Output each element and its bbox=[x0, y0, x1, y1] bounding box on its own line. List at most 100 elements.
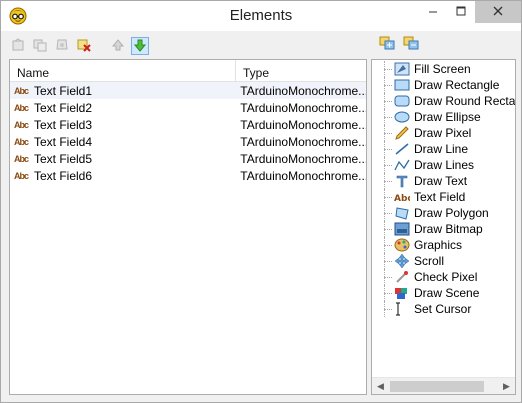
move-down-icon bbox=[133, 38, 147, 55]
tool-item[interactable]: Graphics bbox=[372, 237, 515, 253]
tool-item[interactable]: Set Cursor bbox=[372, 301, 515, 317]
tree-branch bbox=[384, 213, 392, 214]
tool-item[interactable]: Draw Rectangle bbox=[372, 77, 515, 93]
tool-label: Set Cursor bbox=[414, 302, 472, 316]
tool-label: Scroll bbox=[414, 254, 445, 268]
delete-element-icon bbox=[77, 38, 91, 55]
text-field-icon: Abc bbox=[14, 153, 29, 164]
tool-label: Draw Bitmap bbox=[414, 222, 483, 236]
element-type: TArduinoMonochrome... bbox=[240, 168, 366, 183]
element-name: Text Field5 bbox=[34, 151, 93, 166]
tool-label: Draw Pixel bbox=[414, 126, 472, 140]
maximize-button[interactable] bbox=[447, 1, 475, 23]
element-type: TArduinoMonochrome... bbox=[240, 117, 366, 132]
tree-branch bbox=[384, 293, 392, 294]
text-icon bbox=[394, 174, 410, 188]
elements-list[interactable]: Name Type Abc Text Field1 TArduinoMonochro… bbox=[9, 59, 367, 395]
expand-all-icon bbox=[379, 36, 395, 53]
chevron-right-icon: ▶ bbox=[503, 381, 510, 391]
tool-label: Draw Rectangle bbox=[414, 78, 500, 92]
delete-element-button[interactable] bbox=[75, 37, 93, 55]
text-field-icon: Abc bbox=[14, 170, 29, 181]
element-type: TArduinoMonochrome... bbox=[240, 151, 366, 166]
scroll-arrows-icon bbox=[394, 254, 410, 268]
table-row[interactable]: Abc Text Field5 TArduinoMonochrome... bbox=[10, 150, 366, 167]
tool-item[interactable]: Abc Text Field bbox=[372, 189, 515, 205]
move-up-icon bbox=[111, 38, 125, 55]
table-row[interactable]: Abc Text Field2 TArduinoMonochrome... bbox=[10, 99, 366, 116]
scene-icon bbox=[394, 286, 410, 300]
chevron-left-icon: ◀ bbox=[377, 381, 384, 391]
tool-label: Check Pixel bbox=[414, 270, 478, 284]
ellipse-icon bbox=[394, 110, 410, 124]
cell-name: Abc Text Field4 bbox=[10, 135, 232, 149]
tool-label: Draw Lines bbox=[414, 158, 475, 172]
tool-item[interactable]: Draw Text bbox=[372, 173, 515, 189]
tool-label: Graphics bbox=[414, 238, 463, 252]
element-name: Text Field1 bbox=[34, 83, 93, 98]
polygon-icon bbox=[394, 206, 410, 220]
tool-item[interactable]: Scroll bbox=[372, 253, 515, 269]
tools-list: Fill Screen Draw Rectangle Draw Round Rect… bbox=[372, 61, 516, 317]
element-name: Text Field3 bbox=[34, 117, 93, 132]
copy-element-button[interactable] bbox=[31, 37, 49, 55]
column-header-name[interactable]: Name bbox=[10, 60, 236, 81]
tree-branch bbox=[384, 165, 392, 166]
properties-disabled-icon bbox=[55, 38, 69, 55]
list-rows: Abc Text Field1 TArduinoMonochrome... Abc Te… bbox=[10, 82, 366, 184]
add-element-button[interactable] bbox=[9, 37, 27, 55]
scroll-left-button[interactable]: ◀ bbox=[372, 378, 389, 394]
tool-item[interactable]: Check Pixel bbox=[372, 269, 515, 285]
cell-name: Abc Text Field3 bbox=[10, 118, 232, 132]
tool-item[interactable]: Draw Pixel bbox=[372, 125, 515, 141]
copy-element-disabled-icon bbox=[33, 38, 47, 55]
tool-label: Draw Round Rectang bbox=[414, 94, 516, 108]
tool-item[interactable]: Draw Lines bbox=[372, 157, 515, 173]
tool-item[interactable]: Draw Polygon bbox=[372, 205, 515, 221]
properties-button[interactable] bbox=[53, 37, 71, 55]
scroll-right-button[interactable]: ▶ bbox=[498, 378, 515, 394]
collapse-all-icon bbox=[403, 36, 419, 53]
text-field-icon: Abc bbox=[14, 119, 29, 130]
tool-label: Draw Polygon bbox=[414, 206, 489, 220]
tree-branch bbox=[384, 245, 392, 246]
cell-name: Abc Text Field1 bbox=[10, 84, 232, 98]
collapse-all-button[interactable] bbox=[402, 35, 420, 53]
tool-item[interactable]: Draw Line bbox=[372, 141, 515, 157]
table-row[interactable]: Abc Text Field6 TArduinoMonochrome... bbox=[10, 167, 366, 184]
maximize-icon bbox=[456, 5, 466, 19]
table-row[interactable]: Abc Text Field4 TArduinoMonochrome... bbox=[10, 133, 366, 150]
scrollbar-thumb[interactable] bbox=[390, 381, 484, 392]
list-header: Name Type bbox=[10, 60, 366, 82]
tool-item[interactable]: Fill Screen bbox=[372, 61, 515, 77]
table-row[interactable]: Abc Text Field1 TArduinoMonochrome... bbox=[10, 82, 366, 99]
tree-branch bbox=[384, 277, 392, 278]
add-element-disabled-icon bbox=[11, 37, 25, 55]
tree-toolbar bbox=[378, 35, 420, 53]
title-bar[interactable]: Elements bbox=[1, 1, 521, 31]
tool-item[interactable]: Draw Ellipse bbox=[372, 109, 515, 125]
pencil-icon bbox=[394, 126, 410, 140]
move-down-button[interactable] bbox=[131, 37, 149, 55]
tools-tree[interactable]: Fill Screen Draw Rectangle Draw Round Rect… bbox=[371, 59, 516, 395]
tool-item[interactable]: Draw Scene bbox=[372, 285, 515, 301]
tool-label: Fill Screen bbox=[414, 62, 471, 76]
toolbar bbox=[9, 35, 149, 57]
tool-item[interactable]: Draw Round Rectang bbox=[372, 93, 516, 109]
svg-text:Abc: Abc bbox=[394, 194, 410, 204]
table-row[interactable]: Abc Text Field3 TArduinoMonochrome... bbox=[10, 116, 366, 133]
horizontal-scrollbar[interactable]: ◀ ▶ bbox=[372, 377, 515, 394]
tool-item[interactable]: Draw Bitmap bbox=[372, 221, 515, 237]
minimize-button[interactable] bbox=[419, 1, 447, 23]
element-name: Text Field2 bbox=[34, 100, 93, 115]
minimize-icon bbox=[428, 5, 438, 19]
column-header-type[interactable]: Type bbox=[236, 60, 366, 81]
expand-all-button[interactable] bbox=[378, 35, 396, 53]
close-button[interactable] bbox=[475, 1, 521, 23]
move-up-button[interactable] bbox=[109, 37, 127, 55]
graphics-icon bbox=[394, 238, 410, 252]
cursor-icon bbox=[394, 302, 410, 316]
bitmap-icon bbox=[394, 222, 410, 236]
tool-label: Draw Line bbox=[414, 142, 469, 156]
tree-branch bbox=[384, 197, 392, 198]
